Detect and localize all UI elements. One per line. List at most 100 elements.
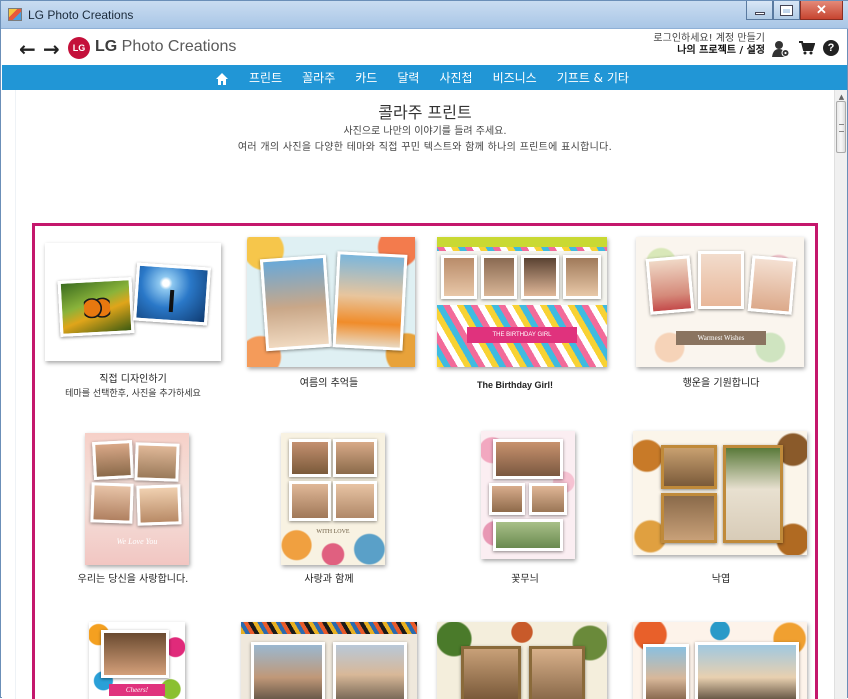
lg-logo[interactable]: LG [68, 37, 90, 59]
sample-photo-1 [643, 644, 689, 699]
sample-photo-2 [134, 442, 180, 482]
sample-photo-sky [133, 262, 211, 326]
template-thumbnail[interactable] [481, 431, 575, 559]
sample-photo-butterfly [57, 277, 135, 337]
sample-photo-girl-icecream [259, 254, 333, 352]
maximize-button[interactable] [773, 1, 800, 20]
vertical-scrollbar[interactable]: ▲ [834, 90, 847, 699]
with-love-text: WITH LOVE [316, 529, 350, 535]
template-tile-camera-kids[interactable] [231, 616, 427, 699]
close-button[interactable]: ✕ [800, 1, 843, 20]
sample-photo-4 [493, 519, 563, 551]
template-grid: 직접 디자인하기 테마를 선택한후, 사진을 추가하세요 여름의 추억들 THE… [32, 223, 818, 699]
menu-item-calendars[interactable]: 달력 [397, 69, 419, 86]
brand-lg-text: LG [95, 38, 118, 55]
sample-photo-3 [529, 483, 567, 515]
template-tile-design-your-own[interactable]: 직접 디자인하기 테마를 선택한후, 사진을 추가하세요 [35, 226, 231, 399]
sample-photo-3 [90, 482, 134, 524]
cart-icon[interactable] [799, 41, 815, 55]
login-link[interactable]: 로그인하세요! 계정 만들기 [653, 33, 765, 45]
template-tile-with-love[interactable]: WITH LOVE 사랑과 함께 [231, 416, 427, 586]
template-tile-birthday-girl[interactable]: THE BIRTHDAY GIRL The Birthday Girl! [427, 226, 623, 396]
sample-photo-1 [251, 642, 325, 699]
sample-photo-1 [645, 255, 695, 315]
wishes-banner: Warmest Wishes [676, 331, 766, 345]
window-title: LG Photo Creations [28, 8, 134, 22]
user-settings-icon[interactable] [772, 40, 790, 58]
close-icon: ✕ [816, 2, 827, 17]
sample-photo-1 [493, 439, 563, 479]
minimize-button[interactable] [746, 1, 773, 20]
sample-photo-3 [521, 255, 559, 299]
menu-item-cards[interactable]: 카드 [355, 69, 377, 86]
template-caption: 사랑과 함께 [304, 574, 354, 585]
template-caption: The Birthday Girl! [476, 380, 553, 390]
maximize-icon [780, 4, 793, 16]
template-thumbnail[interactable]: We Love You [85, 433, 189, 565]
template-thumbnail[interactable]: WITH LOVE [281, 433, 385, 565]
forward-arrow-icon[interactable]: → [43, 37, 60, 61]
template-thumbnail[interactable] [241, 622, 417, 699]
sample-photo-1 [92, 439, 134, 481]
app-window: LG Photo Creations ✕ ← → LG LG Photo Cre… [0, 0, 848, 699]
butterfly-graphic [83, 297, 111, 319]
template-tile-cheers[interactable]: Cheers! [35, 616, 231, 699]
left-gutter [2, 90, 16, 699]
template-thumbnail[interactable] [633, 431, 807, 555]
template-thumbnail[interactable]: THE BIRTHDAY GIRL [437, 237, 607, 367]
menu-item-prints[interactable]: 프린트 [249, 69, 282, 86]
page-subtitle: 사진으로 나만의 이야기를 들려 주세요. [343, 126, 507, 137]
app-header: ← → LG LG Photo Creations 로그인하세요! 계정 만들기… [2, 30, 847, 65]
home-icon[interactable] [215, 72, 229, 86]
page-title: 콜라주 프린트 [378, 103, 472, 122]
sample-photo-2 [695, 642, 799, 699]
minimize-icon [754, 12, 765, 15]
sample-photo-1 [289, 439, 331, 477]
template-tile-summer-memories[interactable]: 여름의 추억들 [231, 226, 427, 396]
template-caption: 행운을 기원합니다 [682, 378, 760, 389]
template-caption: 직접 디자인하기 [99, 374, 167, 385]
template-tile-fallen-leaves[interactable]: 낙엽 [623, 416, 819, 586]
menu-item-photobooks[interactable]: 사진첩 [439, 69, 472, 86]
sample-photo-2 [489, 483, 525, 515]
template-caption: 꽃무늬 [511, 574, 539, 585]
help-icon[interactable]: ? [823, 40, 839, 56]
template-tile-leaf-pattern[interactable] [427, 616, 623, 699]
account-links: 로그인하세요! 계정 만들기 나의 프로젝트 / 설정 [653, 33, 765, 57]
sample-photo-2 [333, 439, 377, 477]
we-love-you-text: We Love You [116, 537, 158, 546]
template-tile-beach-family[interactable] [623, 616, 819, 699]
main-content: 콜라주 프린트 사진으로 나만의 이야기를 들려 주세요. 여러 개의 사진을 … [16, 90, 834, 699]
sample-photo-boy-beach [332, 251, 408, 351]
template-caption: 낙엽 [711, 574, 731, 585]
template-tile-we-love-you[interactable]: We Love You 우리는 당신을 사랑합니다. [35, 416, 231, 586]
menu-item-gifts[interactable]: 기프트 & 기타 [557, 69, 629, 86]
template-thumbnail[interactable] [633, 622, 807, 699]
person-silhouette [168, 289, 175, 313]
sample-photo-dog-2 [661, 493, 717, 543]
main-menu: 프린트 꼴라주 카드 달력 사진첩 비즈니스 기프트 & 기타 [215, 65, 649, 90]
top-stripe [437, 237, 607, 247]
sample-photo-2 [698, 251, 744, 309]
title-bar: LG Photo Creations ✕ [1, 1, 848, 29]
sample-photo-1 [441, 255, 477, 299]
brand-name[interactable]: LG Photo Creations [95, 38, 236, 56]
sample-photo-1 [461, 646, 521, 699]
template-thumbnail[interactable] [45, 243, 221, 361]
template-thumbnail[interactable] [437, 622, 607, 699]
sample-photo-dog-3 [723, 445, 783, 543]
template-tile-warmest-wishes[interactable]: Warmest Wishes 행운을 기원합니다 [623, 226, 819, 396]
template-thumbnail[interactable] [247, 237, 415, 367]
menu-item-collage[interactable]: 꼴라주 [302, 69, 335, 86]
template-thumbnail[interactable]: Warmest Wishes [636, 237, 804, 367]
back-arrow-icon[interactable]: ← [19, 37, 36, 61]
sample-photo-2 [529, 646, 585, 699]
sample-photo-2 [481, 255, 517, 299]
app-icon [8, 8, 22, 21]
template-thumbnail[interactable]: Cheers! [89, 622, 185, 699]
template-tile-floral[interactable]: 꽃무늬 [427, 416, 623, 586]
my-projects-link[interactable]: 나의 프로젝트 / 설정 [653, 45, 765, 57]
menu-item-business[interactable]: 비즈니스 [493, 69, 537, 86]
sample-photo-2 [333, 642, 407, 699]
scrollbar-thumb[interactable] [836, 101, 846, 153]
